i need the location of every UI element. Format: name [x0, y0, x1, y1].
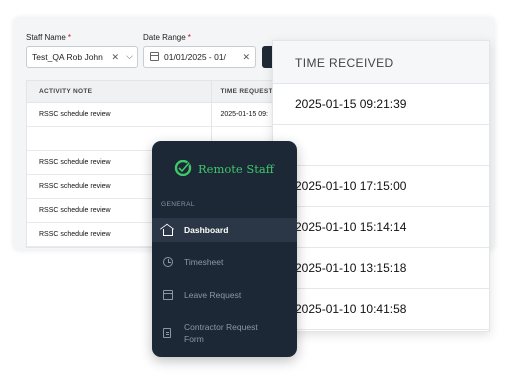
sidebar-item-timesheet[interactable]: Timesheet: [152, 250, 297, 274]
brand-logo[interactable]: Remote Staff: [174, 160, 284, 178]
time-request-cell: 2025-01-15 09:: [211, 103, 275, 126]
staff-name-label: Staff Name *: [26, 33, 71, 42]
time-received-card: TIME RECEIVED 2025-01-15 09:21:39 2025-0…: [272, 40, 490, 332]
section-label-general: GENERAL: [161, 201, 195, 208]
brand-name: Remote Staff: [198, 162, 274, 176]
table-header: ACTIVITY NOTE TIME REQUEST: [27, 81, 275, 103]
column-header-activity-note: ACTIVITY NOTE: [39, 88, 93, 95]
clock-icon: [163, 257, 173, 267]
clear-icon[interactable]: ✕: [240, 52, 250, 63]
time-received-row: [273, 125, 489, 166]
sidebar-item-label: Timesheet: [184, 257, 224, 267]
date-range-input[interactable]: 01/01/2025 - 01/ ✕: [143, 46, 256, 68]
clear-icon[interactable]: ✕: [111, 52, 119, 63]
sidebar-item-dashboard[interactable]: Dashboard: [152, 218, 297, 242]
staff-name-value: Test_QA Rob John: [32, 52, 103, 62]
sidebar-item-leave-request[interactable]: Leave Request: [152, 283, 297, 307]
time-received-row: 2025-01-10 13:15:18: [273, 248, 489, 289]
calendar-icon: [163, 290, 173, 300]
required-mark: *: [67, 33, 71, 42]
time-received-row: 2025-01-15 09:21:39: [273, 84, 489, 125]
column-header-time-request: TIME REQUEST: [211, 81, 275, 102]
time-received-row: 2025-01-10 17:15:00: [273, 166, 489, 207]
remote-staff-logo-icon: [174, 160, 192, 176]
sidebar-item-label: Leave Request: [184, 290, 242, 300]
document-icon: [163, 328, 171, 338]
sidebar-item-label: Contractor Request Form: [184, 322, 258, 344]
sidebar: Remote Staff GENERAL Dashboard Timesheet…: [152, 141, 297, 357]
sidebar-item-contractor-request-form[interactable]: Contractor Request Form: [152, 317, 297, 349]
home-icon: [163, 228, 173, 236]
time-received-row: 2025-01-10 10:41:58: [273, 289, 489, 330]
activity-note-cell: RSSC schedule review: [39, 111, 111, 118]
staff-name-select[interactable]: Test_QA Rob John ✕ ⌵: [26, 46, 138, 68]
sidebar-item-label: Dashboard: [184, 225, 229, 235]
time-received-row: 2025-01-10 15:14:14: [273, 207, 489, 248]
chevron-down-icon[interactable]: ⌵: [126, 51, 133, 62]
time-received-header: TIME RECEIVED: [273, 41, 489, 84]
required-mark: *: [187, 33, 191, 42]
table-row[interactable]: RSSC schedule review 2025-01-15 09:: [27, 103, 275, 127]
calendar-icon: [150, 52, 159, 61]
date-range-label: Date Range *: [143, 33, 191, 42]
date-range-value: 01/01/2025 - 01/: [164, 52, 226, 62]
